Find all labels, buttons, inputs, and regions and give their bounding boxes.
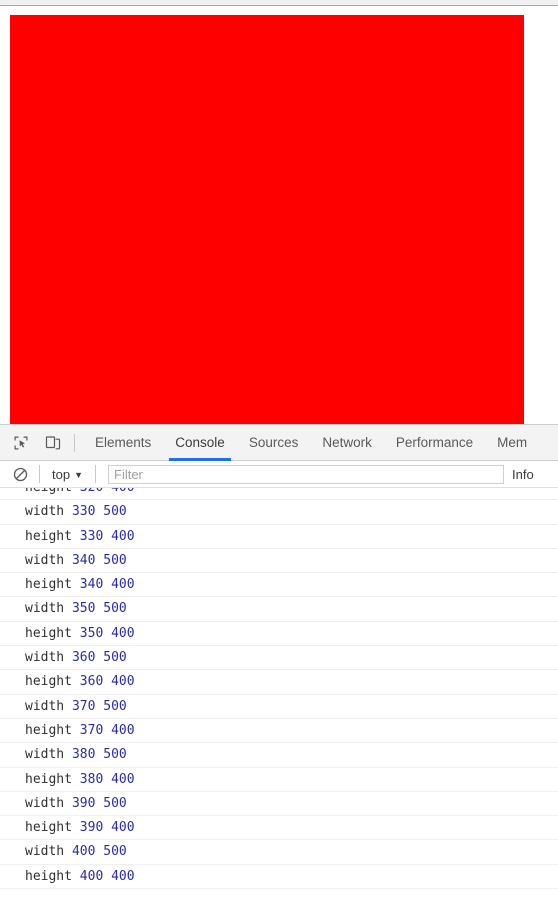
console-message-value-a: 350 xyxy=(71,601,104,617)
console-message-value-a: 340 xyxy=(79,577,112,593)
console-message-property: width xyxy=(25,698,72,714)
console-message-property: width xyxy=(25,795,72,811)
filter-input[interactable] xyxy=(108,464,504,484)
console-message-row: width 370 500 xyxy=(0,695,558,719)
console-message-row: width 400 500 xyxy=(0,840,558,865)
console-message-value-b: 400 xyxy=(111,488,134,495)
console-message-value-a: 360 xyxy=(79,674,112,690)
console-message-value-b: 400 xyxy=(111,771,135,787)
console-message-value-b: 500 xyxy=(103,795,127,811)
console-message-row: width 330 500 xyxy=(0,500,558,525)
console-message-property: height xyxy=(25,722,80,738)
console-message-row: height 340 400 xyxy=(0,573,558,598)
console-message-value-a: 380 xyxy=(79,771,112,787)
tab-elements[interactable]: Elements xyxy=(83,425,163,461)
console-message-property: width xyxy=(25,844,72,860)
console-message-property: width xyxy=(25,601,72,617)
filterbar-divider-1 xyxy=(39,465,40,483)
execution-context-selector[interactable]: top ▼ xyxy=(48,467,87,482)
console-message-value-a: 360 xyxy=(71,650,104,666)
clear-console-icon[interactable] xyxy=(9,463,31,485)
inspect-element-icon[interactable] xyxy=(8,430,34,456)
red-square xyxy=(10,15,524,424)
console-message-property: width xyxy=(25,504,72,520)
console-message-value-b: 400 xyxy=(111,722,135,738)
console-message-property: width xyxy=(25,650,72,666)
console-message-value-b: 400 xyxy=(111,625,135,641)
console-message-value-b: 400 xyxy=(111,820,135,836)
console-message-list-inner: height 320 400width 330 500height 330 40… xyxy=(0,488,558,890)
console-message-value-b: 500 xyxy=(103,698,127,714)
console-message-value-b: 400 xyxy=(111,577,135,593)
console-message-property: height xyxy=(25,625,80,641)
console-message-value-b: 400 xyxy=(111,868,135,884)
console-message-value-a: 380 xyxy=(71,747,104,763)
console-message-row: width 340 500 xyxy=(0,549,558,574)
console-message-row: width 350 500 xyxy=(0,597,558,622)
console-message-value-b: 400 xyxy=(111,674,135,690)
console-message-row: height 360 400 xyxy=(0,670,558,695)
console-message-list[interactable]: height 320 400width 330 500height 330 40… xyxy=(0,488,558,896)
console-message-property: height xyxy=(25,820,80,836)
console-message-row: width 360 500 xyxy=(0,646,558,671)
filterbar-divider-2 xyxy=(95,465,96,483)
tab-memory[interactable]: Mem xyxy=(485,425,539,461)
console-message-property: height xyxy=(25,528,80,544)
console-message-row: height 370 400 xyxy=(0,719,558,744)
console-message-value-a: 350 xyxy=(79,625,112,641)
device-toolbar-icon[interactable] xyxy=(40,430,66,456)
console-message-value-b: 500 xyxy=(103,650,127,666)
chevron-down-icon: ▼ xyxy=(74,469,83,480)
console-message-property: height xyxy=(25,488,80,495)
devtools-tabbar: Elements Console Sources Network Perform… xyxy=(0,425,558,461)
tab-network[interactable]: Network xyxy=(310,425,384,461)
console-message-value-a: 400 xyxy=(79,868,112,884)
console-message-property: width xyxy=(25,552,72,568)
console-message-value-b: 400 xyxy=(111,528,135,544)
log-level-selector[interactable]: Info xyxy=(512,467,534,482)
console-message-row: width 390 500 xyxy=(0,792,558,817)
console-message-value-b: 500 xyxy=(103,552,127,568)
console-message-row: height 380 400 xyxy=(0,768,558,792)
console-message-value-a: 370 xyxy=(79,722,112,738)
console-message-value-a: 390 xyxy=(79,820,112,836)
execution-context-label: top xyxy=(52,466,71,482)
console-message-row: height 390 400 xyxy=(0,816,558,841)
console-message-value-a: 320 xyxy=(80,488,111,495)
console-message-row: height 350 400 xyxy=(0,622,558,647)
console-message-value-a: 400 xyxy=(71,844,104,860)
toolbar-divider xyxy=(74,433,75,452)
console-message-value-b: 500 xyxy=(103,601,127,617)
console-message-property: height xyxy=(25,674,80,690)
console-message-value-a: 340 xyxy=(71,552,104,568)
console-message-property: height xyxy=(25,577,80,593)
devtools-panel: Elements Console Sources Network Perform… xyxy=(0,424,558,898)
console-filter-toolbar: top ▼ Info xyxy=(0,461,558,488)
console-message-row: height 320 400 xyxy=(0,488,558,501)
console-message-value-a: 370 xyxy=(71,698,104,714)
devtools-window: Elements Console Sources Network Perform… xyxy=(0,0,558,898)
console-message-property: height xyxy=(25,771,80,787)
tab-console[interactable]: Console xyxy=(163,425,237,461)
console-message-value-b: 500 xyxy=(103,747,127,763)
browser-toolbar-edge xyxy=(0,0,558,6)
console-message-value-a: 390 xyxy=(71,795,104,811)
console-message-value-b: 500 xyxy=(103,844,127,860)
page-viewport xyxy=(0,7,558,424)
tab-performance[interactable]: Performance xyxy=(384,425,485,461)
console-message-row: width 380 500 xyxy=(0,743,558,768)
console-message-value-a: 330 xyxy=(79,528,112,544)
console-message-property: height xyxy=(25,868,80,884)
console-message-row: height 330 400 xyxy=(0,525,558,549)
console-message-value-b: 500 xyxy=(103,504,127,520)
console-message-value-a: 330 xyxy=(71,504,104,520)
tab-sources[interactable]: Sources xyxy=(237,425,311,461)
console-message-property: width xyxy=(25,747,72,763)
console-message-row: height 400 400 xyxy=(0,865,558,890)
